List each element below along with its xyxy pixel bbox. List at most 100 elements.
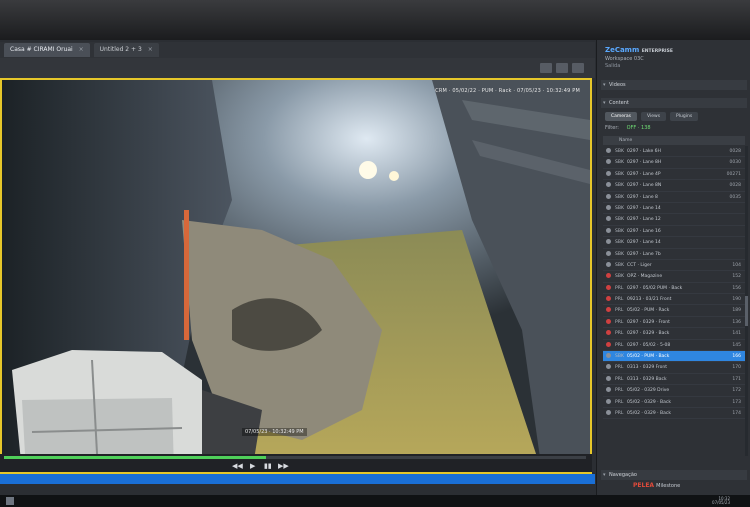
list-item[interactable]: PRL 0297 · 05/02 · 5-08 145 (603, 340, 745, 352)
list-item[interactable]: PRL 0297 · 0329 · Back 141 (603, 328, 745, 340)
list-item[interactable]: SBK 0297 · Lane 8N 0028 (603, 180, 745, 192)
camera-icon (606, 193, 611, 199)
list-item[interactable]: PRL 0297 · 05/02 PUM · Back 156 (603, 283, 745, 295)
start-icon[interactable] (6, 497, 14, 505)
row-code: SBK (615, 217, 624, 223)
camera-icon (606, 159, 611, 165)
close-icon[interactable]: × (79, 46, 84, 53)
tab-camera-view[interactable]: Casa # CIRAMI Oruai × (4, 43, 90, 57)
tunnel-scene-image (2, 80, 590, 472)
forward-button[interactable]: ▶▶ (278, 462, 289, 470)
list-item[interactable]: PRL 05/02 · 0329 · Back 173 (603, 397, 745, 408)
row-code: PRL (615, 376, 624, 382)
pause-button[interactable]: ▮▮ (264, 462, 272, 470)
row-id: 170 (732, 365, 741, 371)
tab-views[interactable]: Views (641, 112, 667, 121)
taskbar-clock[interactable]: 10:32 07/05/23 (712, 497, 730, 505)
layout-icon[interactable] (540, 63, 552, 73)
list-item[interactable]: PRL 05/02 · 0329 · Back 174 (603, 408, 745, 420)
timeline-track[interactable] (266, 456, 586, 459)
list-item[interactable]: SBK OPZ · Magazine 152 (603, 271, 745, 283)
list-item[interactable]: SBK 0297 · Lane 14 (603, 237, 745, 249)
camera-video-feed[interactable]: CRM · 05/02/22 · PUM · Rack · 07/05/23 ·… (0, 78, 592, 474)
alarm-icon (606, 296, 611, 302)
camera-icon (606, 227, 611, 233)
list-item[interactable]: PRL 09213 · 03/21 Front 190 (603, 294, 745, 306)
row-code: SBK (615, 251, 624, 257)
row-code: PRL (615, 331, 624, 337)
row-id: 166 (732, 354, 741, 360)
camera-icon (606, 204, 611, 210)
row-id: 174 (732, 410, 741, 416)
scroll-thumb[interactable] (745, 296, 748, 326)
footer-brand: PELEA Milestone (633, 482, 680, 489)
row-id: 0028 (729, 149, 741, 154)
tab-untitled[interactable]: Untitled 2 + 3 × (93, 43, 159, 57)
fullscreen-icon[interactable] (556, 63, 568, 73)
list-item[interactable]: SBK 0297 · Lane 7b (603, 249, 745, 260)
row-code: SBK (615, 183, 624, 189)
list-item[interactable]: SBK 0297 · Lane 8 0035 (603, 192, 745, 203)
section-videos[interactable]: Videos (601, 80, 747, 90)
list-item[interactable]: SBK 0297 · Lake 6H 0028 (603, 146, 745, 158)
row-name: 0297 · Lane 14 (627, 205, 661, 211)
column-header[interactable]: Name (603, 136, 745, 145)
row-id: 136 (732, 319, 741, 325)
camera-icon (606, 250, 611, 256)
section-content[interactable]: Content (601, 98, 747, 108)
settings-icon[interactable] (572, 63, 584, 73)
row-id: 156 (732, 285, 741, 291)
list-item[interactable]: SBK CCT · Liger 104 (603, 260, 745, 272)
list-item[interactable]: PRL 05/02 · PUM · Rack 189 (603, 305, 745, 317)
list-item[interactable]: SBK 0297 · Lane 12 (603, 214, 745, 226)
alarm-icon (606, 273, 611, 279)
list-item[interactable]: PRL 05/02 · 0329 Drive 172 (603, 385, 745, 397)
row-code: PRL (615, 319, 624, 325)
os-taskbar: 10:32 07/05/23 (0, 495, 750, 507)
row-name: 05/02 · PUM · Rack (627, 308, 670, 314)
row-name: 05/02 · 0329 · Back (627, 410, 671, 416)
row-id: 0028 (729, 183, 741, 189)
alarm-icon (606, 284, 611, 290)
tab-plugins[interactable]: Plugins (670, 112, 699, 121)
row-id: 104 (732, 262, 741, 268)
row-name: 09213 · 03/21 Front (627, 297, 672, 303)
list-item[interactable]: PRL 0313 · 0329 Back 171 (603, 374, 745, 386)
rewind-button[interactable]: ◀◀ (232, 462, 243, 470)
list-scrollbar[interactable] (745, 146, 748, 456)
alarm-icon (606, 318, 611, 324)
row-id: 152 (732, 274, 741, 280)
list-item[interactable]: SBK 0297 · Lane 4P 00271 (603, 169, 745, 181)
filter-row[interactable]: Filter: OFF · 138 (605, 125, 651, 131)
row-id: 0035 (729, 194, 741, 200)
row-id: 00271 (726, 171, 741, 177)
close-icon[interactable]: × (148, 46, 153, 53)
list-item[interactable]: SBK 0297 · Lane 16 (603, 226, 745, 238)
monitor-bezel (0, 0, 750, 40)
tab-label: Untitled 2 + 3 (99, 46, 142, 53)
row-id: 0030 (729, 160, 741, 166)
footer-brand-b: Milestone (656, 483, 681, 489)
row-id: 173 (732, 399, 741, 405)
row-id: 145 (732, 342, 741, 348)
camera-icon (606, 364, 611, 370)
section-navigation[interactable]: Navegação (601, 470, 747, 480)
row-code: SBK (615, 160, 624, 166)
timeline-recorded[interactable] (4, 456, 266, 459)
list-item[interactable]: PRL 0297 · 0329 · Front 136 (603, 317, 745, 329)
row-id: 190 (732, 297, 741, 303)
row-name: 0297 · Lane 8H (627, 160, 662, 166)
row-code: PRL (615, 308, 624, 314)
row-code: PRL (615, 410, 624, 416)
list-item[interactable]: PRL 0313 · 0329 Front 170 (603, 362, 745, 374)
alarm-icon (606, 341, 611, 347)
list-item[interactable]: SBK 0297 · Lane 14 (603, 203, 745, 215)
video-info-overlay: CRM · 05/02/22 · PUM · Rack · 07/05/23 ·… (435, 88, 580, 94)
list-item[interactable]: SBK 0297 · Lane 8H 0030 (603, 157, 745, 169)
video-timestamp: 07/05/23 · 10:32:49 PM (242, 428, 307, 436)
row-code: SBK (615, 171, 624, 177)
list-item[interactable]: SBK 05/02 · PUM · Back 166 (603, 351, 745, 363)
play-button[interactable]: ▶ (250, 462, 255, 470)
row-code: SBK (615, 194, 624, 200)
tab-cameras[interactable]: Cameras (605, 112, 638, 121)
